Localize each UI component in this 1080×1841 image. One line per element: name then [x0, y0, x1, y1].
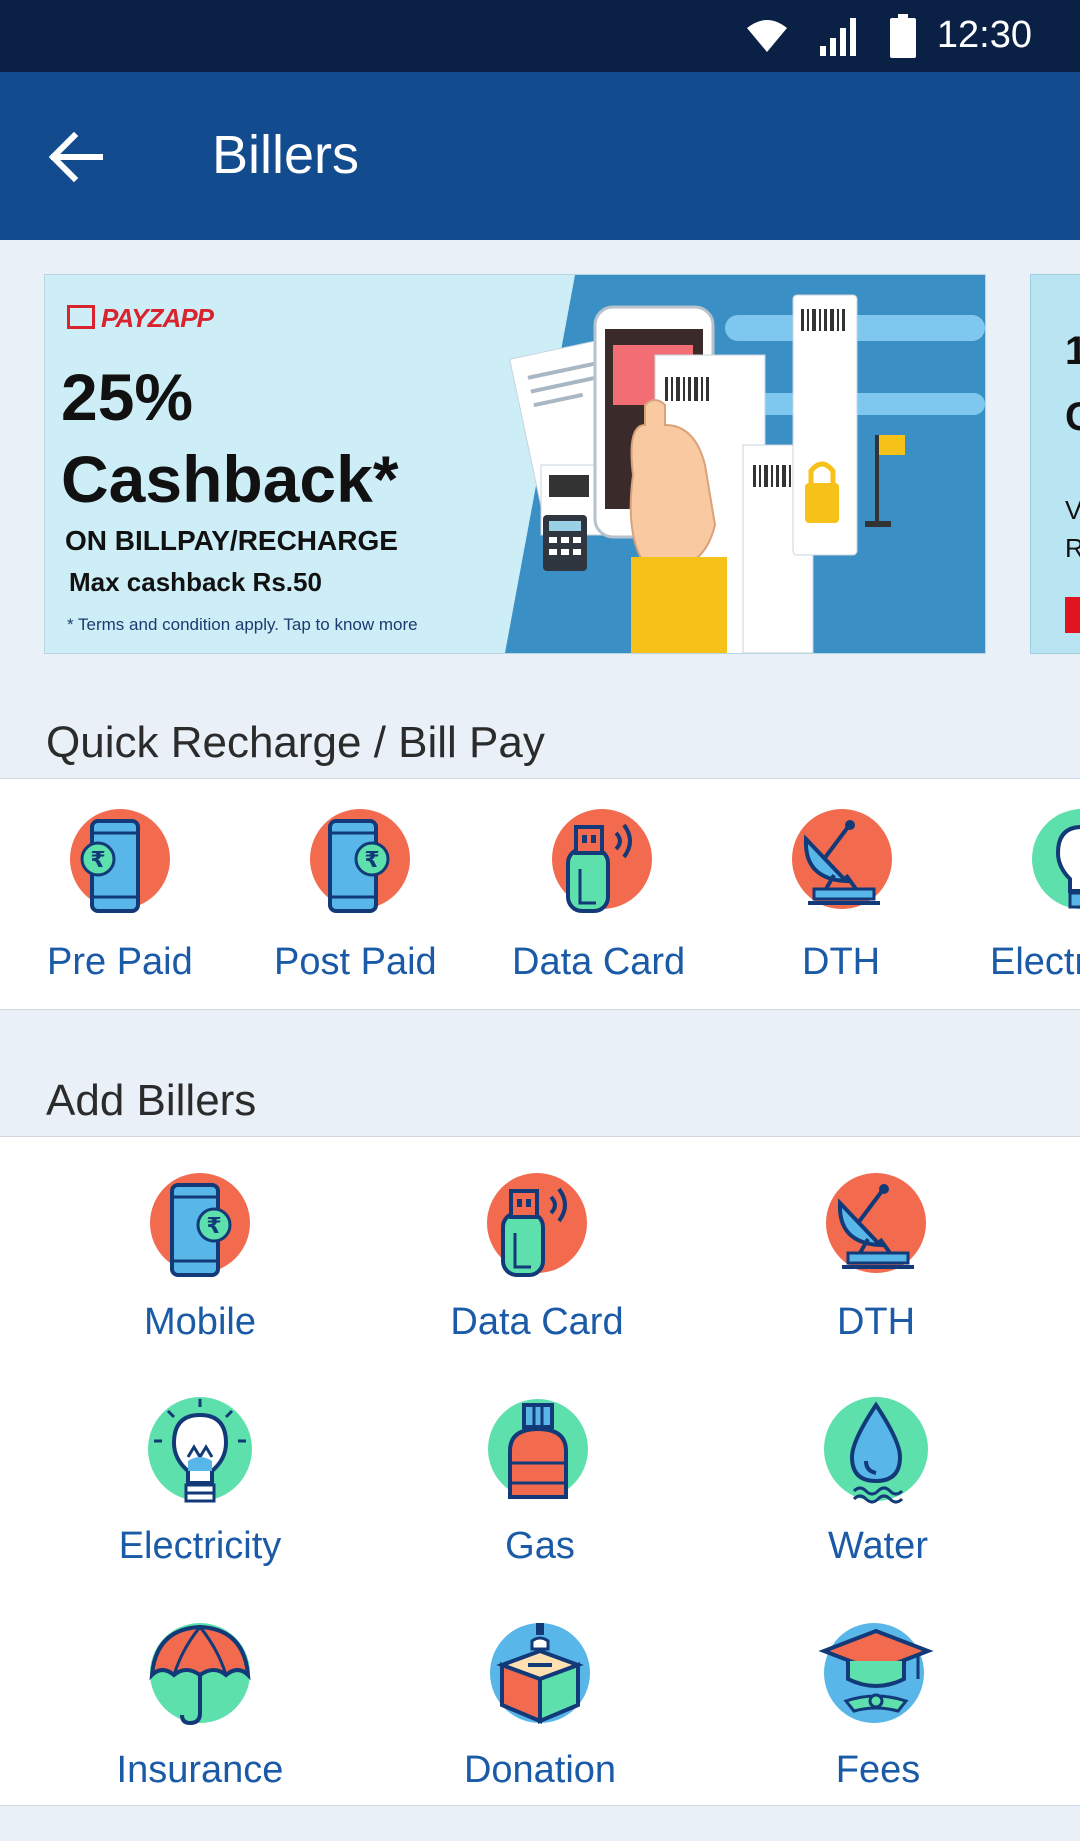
quick-item-label: Post Paid	[274, 941, 437, 983]
promo-carousel[interactable]: PAYZAPP 25% Cashback* ON BILLPAY/RECHARG…	[0, 240, 1080, 700]
page-title: Billers	[212, 125, 360, 185]
biller-gas[interactable]: Gas	[370, 1397, 710, 1597]
water-drop-icon	[824, 1397, 928, 1504]
biller-dth[interactable]: DTH	[706, 1173, 1046, 1373]
add-billers-panel: ₹ Mobile Data Card DTH Electricity Gas W…	[0, 1136, 1080, 1806]
biller-label: Electricity	[118, 1525, 282, 1567]
svg-text:₹: ₹	[206, 1214, 221, 1239]
mobile-rupee-icon: ₹	[310, 809, 410, 913]
quick-item-electricity[interactable]: Electr	[960, 779, 1080, 1009]
banner-subline: ON BILLPAY/RECHARGE	[65, 525, 398, 556]
banner-max-cashback: Max cashback Rs.50	[69, 567, 322, 597]
quick-recharge-panel: ₹ Pre Paid ₹ Post Paid Data Card DTH Ele…	[0, 778, 1080, 1010]
biller-mobile[interactable]: ₹ Mobile	[30, 1173, 370, 1373]
quick-item-prepaid[interactable]: ₹ Pre Paid	[0, 779, 240, 1009]
biller-insurance[interactable]: Insurance	[30, 1621, 370, 1821]
biller-datacard[interactable]: Data Card	[367, 1173, 707, 1373]
quick-item-label: Pre Paid	[47, 941, 193, 983]
graduation-cap-icon	[818, 1623, 934, 1723]
status-time: 12:30	[936, 14, 1032, 56]
biller-label: Water	[828, 1525, 928, 1567]
quick-item-dth[interactable]: DTH	[720, 779, 960, 1009]
quick-item-label: DTH	[802, 941, 881, 983]
app-bar: Billers	[0, 72, 1080, 240]
satellite-dish-icon	[792, 809, 892, 909]
bulb-icon	[148, 1397, 252, 1503]
banner-headline: Cashback*	[61, 442, 399, 516]
biller-water[interactable]: Water	[708, 1397, 1048, 1597]
wifi-icon	[747, 20, 787, 52]
arrow-left-icon[interactable]	[46, 128, 104, 186]
svg-text:₹: ₹	[90, 848, 105, 873]
biller-label: Donation	[463, 1749, 617, 1791]
usb-dongle-icon	[487, 1173, 587, 1277]
mobile-rupee-icon: ₹	[70, 809, 170, 913]
usb-dongle-icon	[552, 809, 652, 913]
promo-banner-next[interactable]: 1 C Va R *T	[1030, 274, 1080, 654]
payzapp-logo: PAYZAPP	[67, 303, 214, 334]
quick-item-label: Electr	[990, 941, 1080, 983]
svg-text:₹: ₹	[364, 848, 379, 873]
quick-item-postpaid[interactable]: ₹ Post Paid	[240, 779, 480, 1009]
bulb-icon	[1032, 809, 1080, 909]
promo-banner[interactable]: PAYZAPP 25% Cashback* ON BILLPAY/RECHARG…	[44, 274, 986, 654]
satellite-dish-icon	[826, 1173, 926, 1273]
biller-fees[interactable]: Fees	[708, 1621, 1048, 1821]
biller-label: Data Card	[450, 1301, 624, 1343]
banner-percent: 25%	[61, 360, 194, 434]
umbrella-icon	[149, 1623, 251, 1726]
banner-terms: * Terms and condition apply. Tap to know…	[67, 615, 418, 634]
biller-label: Fees	[835, 1749, 921, 1791]
bill-payment-illustration	[505, 275, 985, 653]
quick-item-label: Data Card	[512, 941, 686, 983]
biller-electricity[interactable]: Electricity	[30, 1397, 370, 1597]
mobile-rupee-icon: ₹	[150, 1173, 250, 1277]
battery-icon	[890, 14, 916, 58]
donation-box-icon	[490, 1623, 590, 1725]
quick-recharge-title: Quick Recharge / Bill Pay	[46, 718, 545, 767]
signal-icon	[820, 18, 856, 56]
biller-donation[interactable]: Donation	[370, 1621, 710, 1821]
status-bar: 12:30	[0, 0, 1080, 72]
add-billers-title: Add Billers	[46, 1076, 257, 1125]
biller-label: Mobile	[144, 1301, 256, 1343]
biller-label: Gas	[505, 1525, 575, 1567]
gas-cylinder-icon	[488, 1399, 588, 1499]
biller-label: Insurance	[116, 1749, 284, 1791]
biller-label: DTH	[836, 1301, 916, 1343]
quick-item-datacard[interactable]: Data Card	[480, 779, 720, 1009]
